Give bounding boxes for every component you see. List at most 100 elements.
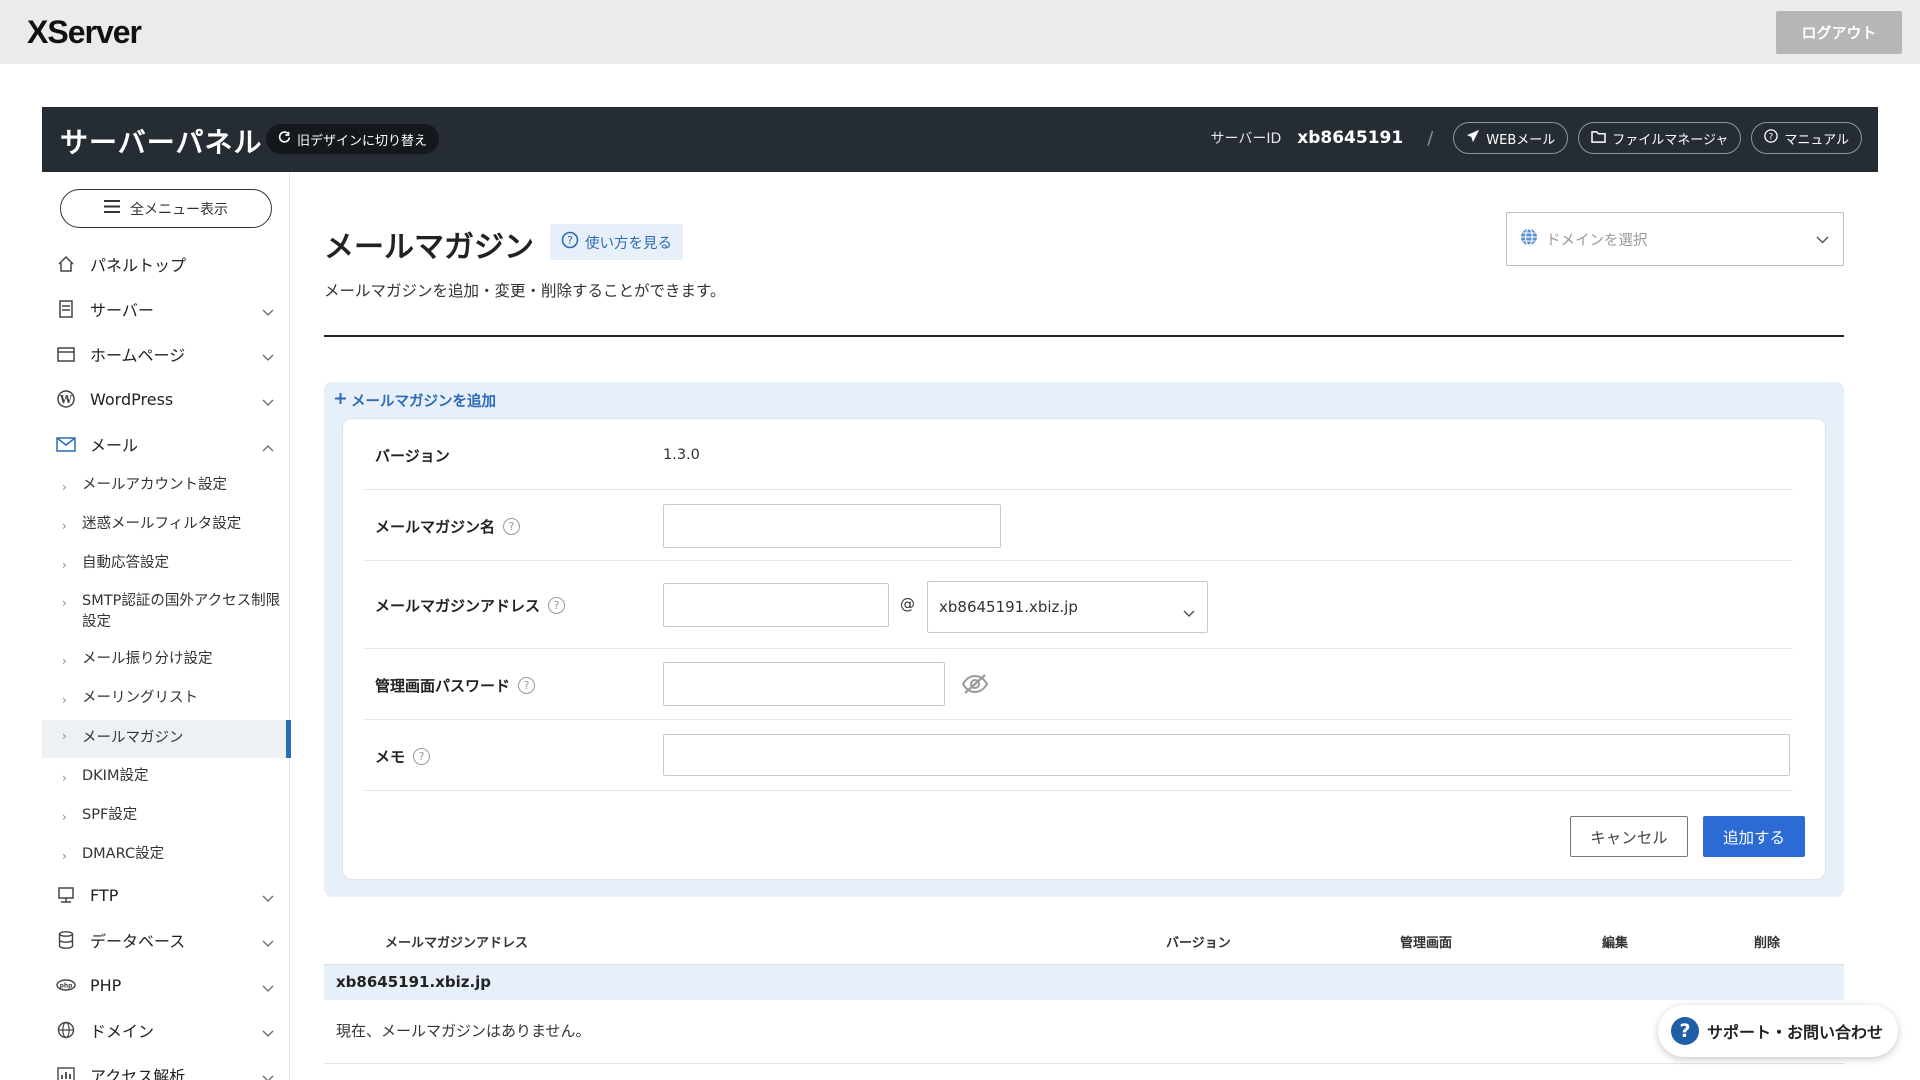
support-button[interactable]: ? サポート・お問い合わせ — [1658, 1005, 1898, 1057]
sub-label: メールマガジン — [82, 730, 184, 746]
help-icon[interactable]: ? — [518, 677, 536, 694]
sidebar-sub-mail-magazine[interactable]: › メールマガジン — [42, 720, 291, 758]
globe-icon — [1520, 228, 1538, 250]
domain-dropdown-value: xb8645191.xbiz.jp — [939, 598, 1078, 616]
sidebar-sub-dkim[interactable]: › DKIM設定 — [42, 766, 290, 796]
password-row: 管理画面パスワード? — [363, 649, 1793, 720]
add-mail-magazine-toggle[interactable]: メールマガジンを追加 — [334, 390, 496, 411]
add-button[interactable]: 追加する — [1703, 816, 1805, 857]
label-text: 管理画面パスワード — [375, 677, 511, 695]
memo-row: メモ? — [363, 720, 1793, 791]
chevron-right-icon: › — [62, 693, 67, 707]
sidebar-sub-mail-sort[interactable]: › メール振り分け設定 — [42, 649, 290, 679]
eye-slash-icon[interactable] — [961, 673, 989, 699]
sidebar-item-php[interactable]: php PHP — [42, 963, 290, 1007]
svg-text:?: ? — [1769, 133, 1774, 143]
svg-text:W: W — [59, 393, 73, 406]
sub-label: DKIM設定 — [82, 768, 149, 784]
support-label: サポート・お問い合わせ — [1707, 1023, 1884, 1042]
hamburger-icon — [104, 200, 120, 217]
label-text: バージョン — [375, 447, 450, 465]
title-divider — [324, 335, 1844, 337]
panel-title[interactable]: サーバーパネル — [60, 121, 262, 161]
top-bar: XServer ログアウト — [0, 0, 1920, 64]
chevron-right-icon: › — [62, 519, 67, 533]
memo-label: メモ? — [375, 746, 431, 767]
table-group-row: xb8645191.xbiz.jp — [324, 964, 1844, 1000]
server-id-label: サーバーID — [1210, 131, 1282, 147]
address-local-input[interactable] — [663, 583, 889, 627]
mail-magazine-name-input[interactable] — [663, 504, 1001, 548]
sidebar-item-ftp[interactable]: FTP — [42, 873, 290, 917]
logout-button[interactable]: ログアウト — [1776, 11, 1902, 54]
sidebar-item-wordpress[interactable]: W WordPress — [42, 377, 290, 421]
question-circle-icon: ? — [1764, 129, 1779, 147]
webmail-button[interactable]: WEBメール — [1453, 122, 1569, 154]
domain-dropdown[interactable]: xb8645191.xbiz.jp — [927, 581, 1208, 633]
sidebar-sub-auto-reply[interactable]: › 自動応答設定 — [42, 553, 290, 583]
wordpress-icon: W — [56, 389, 76, 409]
sidebar-item-access-analysis[interactable]: アクセス解析 — [42, 1053, 290, 1080]
help-icon[interactable]: ? — [548, 597, 566, 614]
label-text: メモ — [375, 748, 406, 766]
panel-header: サーバーパネル 旧デザインに切り替え サーバーID xb8645191 / WE… — [42, 107, 1878, 172]
chevron-right-icon: › — [62, 654, 67, 668]
file-manager-label: ファイルマネージャ — [1612, 132, 1729, 148]
chevron-down-icon — [262, 978, 274, 997]
manual-button[interactable]: ? マニュアル — [1751, 122, 1862, 154]
all-menu-button[interactable]: 全メニュー表示 — [60, 189, 272, 228]
sidebar: 全メニュー表示 パネルトップ サーバー ホームページ W WordPress メ… — [42, 172, 291, 1080]
sidebar-item-server[interactable]: サーバー — [42, 287, 290, 331]
help-icon[interactable]: ? — [413, 748, 431, 765]
name-label: メールマガジン名? — [375, 516, 521, 537]
help-icon[interactable]: ? — [503, 518, 521, 535]
sidebar-item-label: ホームページ — [90, 346, 186, 365]
memo-input[interactable] — [663, 734, 1790, 776]
address-row: メールマガジンアドレス? @ xb8645191.xbiz.jp — [363, 561, 1793, 649]
password-label: 管理画面パスワード? — [375, 675, 536, 696]
sidebar-item-label: パネルトップ — [90, 256, 187, 275]
chevron-down-icon — [262, 888, 274, 907]
cancel-button[interactable]: キャンセル — [1570, 816, 1688, 857]
sidebar-sub-smtp-restrict[interactable]: › SMTP認証の国外アクセス制限設定 — [42, 591, 290, 635]
table-empty-row: 現在、メールマガジンはありません。 — [324, 1000, 1844, 1064]
chevron-right-icon: › — [62, 480, 67, 494]
howto-button[interactable]: ? 使い方を見る — [550, 224, 683, 260]
domain-select-placeholder: ドメインを選択 — [1546, 232, 1648, 249]
add-link-label: メールマガジンを追加 — [351, 394, 496, 410]
refresh-icon — [278, 130, 291, 148]
sidebar-item-homepage[interactable]: ホームページ — [42, 332, 290, 376]
sidebar-item-label: ドメイン — [90, 1022, 155, 1041]
column-header-edit: 編集 — [1602, 936, 1629, 951]
switch-design-label: 旧デザインに切り替え — [297, 133, 428, 149]
chevron-down-icon — [262, 1068, 274, 1080]
sidebar-sub-mailing-list[interactable]: › メーリングリスト — [42, 688, 290, 718]
sidebar-item-domain[interactable]: ドメイン — [42, 1008, 290, 1052]
server-icon — [56, 299, 76, 319]
column-header-address: メールマガジンアドレス — [385, 936, 529, 951]
sidebar-item-label: アクセス解析 — [90, 1067, 186, 1080]
folder-icon — [1591, 130, 1607, 147]
address-label: メールマガジンアドレス? — [375, 595, 566, 616]
sidebar-item-mail[interactable]: メール — [42, 422, 290, 466]
sidebar-item-panel-top[interactable]: パネルトップ — [42, 242, 290, 286]
all-menu-label: 全メニュー表示 — [130, 201, 228, 218]
password-input[interactable] — [663, 662, 945, 706]
chevron-down-icon — [262, 347, 274, 366]
file-manager-button[interactable]: ファイルマネージャ — [1578, 122, 1742, 154]
sidebar-sub-dmarc[interactable]: › DMARC設定 — [42, 844, 290, 874]
sidebar-item-label: WordPress — [90, 389, 174, 409]
sidebar-sub-mail-account[interactable]: › メールアカウント設定 — [42, 475, 290, 505]
switch-design-button[interactable]: 旧デザインに切り替え — [266, 124, 440, 154]
sidebar-item-database[interactable]: データベース — [42, 918, 290, 962]
chevron-up-icon — [262, 437, 274, 456]
column-header-version: バージョン — [1166, 936, 1231, 951]
add-form: バージョン 1.3.0 メールマガジン名? メールマガジンアドレス? @ xb8… — [342, 418, 1826, 880]
domain-select[interactable]: ドメインを選択 — [1506, 212, 1844, 266]
xserver-logo[interactable]: XServer — [27, 14, 142, 51]
sidebar-item-label: FTP — [90, 885, 119, 905]
sidebar-sub-spam-filter[interactable]: › 迷惑メールフィルタ設定 — [42, 514, 290, 544]
sidebar-sub-spf[interactable]: › SPF設定 — [42, 805, 290, 835]
sidebar-item-label: メール — [90, 436, 139, 455]
chevron-down-icon — [262, 933, 274, 952]
